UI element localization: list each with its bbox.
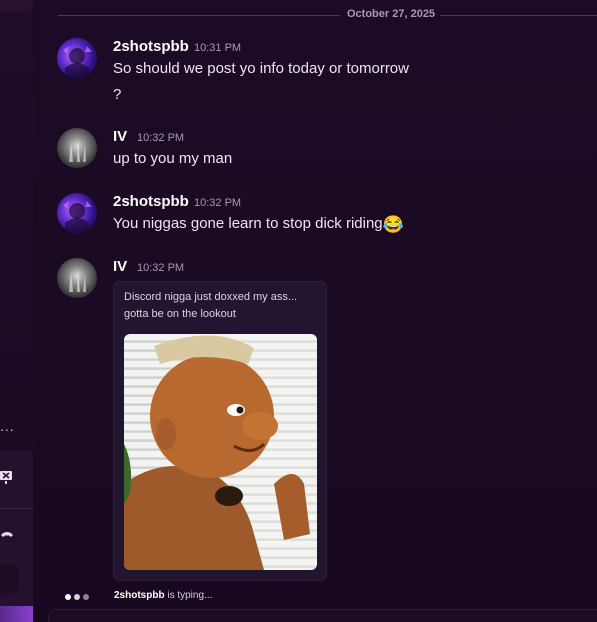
- message-composer[interactable]: [48, 609, 597, 622]
- sidebar-accent-bar: [0, 606, 33, 622]
- username[interactable]: 2shotspbb: [113, 38, 189, 55]
- sidebar-divider: [0, 508, 33, 509]
- message-text-body: You niggas gone learn to stop dick ridin…: [113, 215, 383, 232]
- message-text: So should we post yo info today or tomor…: [113, 60, 409, 77]
- sidebar: ...: [0, 0, 33, 622]
- typing-suffix: is typing...: [164, 590, 213, 601]
- embed-caption: Discord nigga just doxxed my ass... gott…: [124, 289, 320, 323]
- embed-caption-line: Discord nigga just doxxed my ass...: [124, 291, 298, 303]
- sidebar-slot[interactable]: [0, 565, 18, 593]
- date-label: October 27, 2025: [347, 8, 436, 20]
- timestamp: 10:32 PM: [137, 262, 185, 274]
- username[interactable]: IV: [113, 128, 127, 145]
- timestamp: 10:32 PM: [194, 197, 242, 209]
- message: IV 10:32 PM up to you my man: [57, 128, 597, 173]
- typing-dots-icon: [65, 594, 91, 600]
- date-divider: October 27, 2025: [58, 8, 597, 22]
- more-icon[interactable]: ...: [0, 418, 20, 434]
- gif-image[interactable]: [124, 334, 317, 570]
- timestamp: 10:32 PM: [137, 132, 185, 144]
- embed-caption-line: gotta be on the lookout: [124, 308, 236, 320]
- typing-text: 2shotspbb is typing...: [114, 590, 212, 601]
- message: IV 10:32 PM: [57, 258, 597, 298]
- sidebar-top-cap: [0, 0, 33, 12]
- timestamp: 10:31 PM: [194, 42, 242, 54]
- message-text: up to you my man: [113, 150, 233, 167]
- avatar[interactable]: [57, 193, 97, 233]
- gif-embed[interactable]: Discord nigga just doxxed my ass... gott…: [113, 281, 327, 581]
- message-text: ?: [113, 86, 122, 103]
- message: 2shotspbb 10:31 PM So should we post yo …: [57, 38, 597, 108]
- laughing-emoji-icon: 😂: [382, 215, 404, 234]
- message-text: You niggas gone learn to stop dick ridin…: [113, 215, 404, 235]
- avatar[interactable]: [57, 258, 97, 298]
- divider-line: [58, 15, 340, 16]
- avatar[interactable]: [57, 128, 97, 168]
- message: 2shotspbb 10:32 PM You niggas gone learn…: [57, 193, 597, 238]
- username[interactable]: 2shotspbb: [113, 193, 189, 210]
- avatar[interactable]: [57, 38, 97, 78]
- phone-icon[interactable]: [0, 530, 14, 547]
- divider-line: [440, 15, 597, 16]
- screen-share-off-icon[interactable]: [0, 470, 14, 489]
- typing-username: 2shotspbb: [114, 590, 165, 601]
- username[interactable]: IV: [113, 258, 127, 275]
